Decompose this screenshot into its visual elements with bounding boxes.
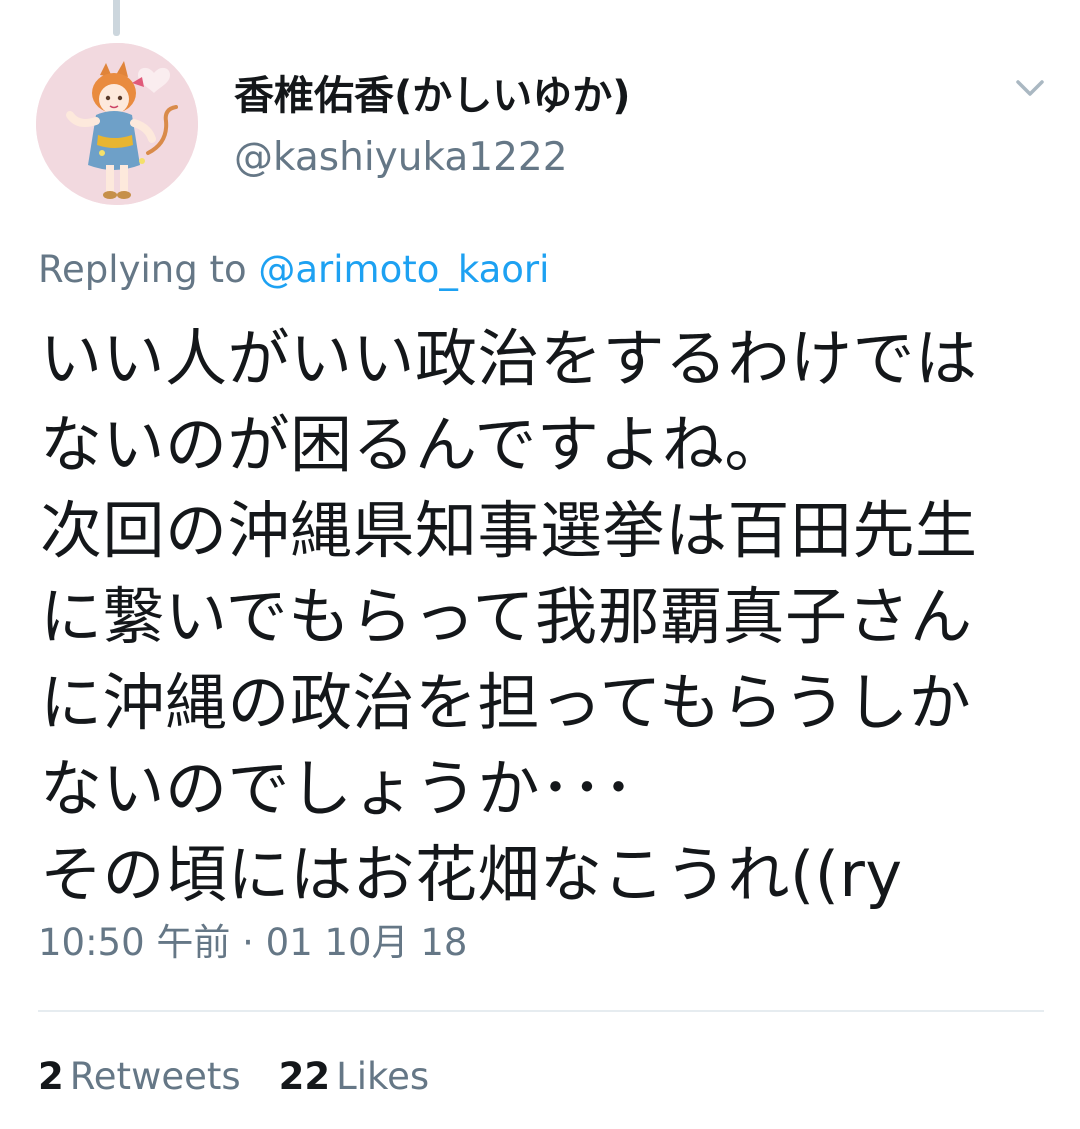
reply-mention-link[interactable]: @arimoto_kaori — [258, 248, 549, 291]
replying-to-line: Replying to @arimoto_kaori — [38, 244, 549, 296]
tweet-menu-button[interactable] — [1008, 70, 1052, 106]
author-display-name[interactable]: 香椎佑香(かしいゆか) — [234, 70, 631, 122]
tweet-timestamp[interactable]: 10:50 午前 · 01 10月 18 — [38, 916, 467, 970]
likes-count: 22 — [278, 1055, 331, 1098]
tweet-text: いい人がいい政治をするわけでは ないのが困るんですよね。 次回の沖縄県知事選挙は… — [40, 316, 1050, 918]
tweet-text-line: に沖縄の政治を担ってもらうしか — [40, 666, 972, 739]
retweets-label: Retweets — [69, 1055, 241, 1098]
likes-stat[interactable]: 22 Likes — [279, 1050, 430, 1104]
replying-to-label: Replying to — [38, 248, 259, 291]
avatar-illustration-icon — [36, 43, 198, 205]
tweet-text-line: その頃にはお花畑なこうれ((ry — [40, 838, 903, 911]
retweets-count: 2 — [38, 1055, 64, 1098]
author-handle[interactable]: @kashiyuka1222 — [234, 132, 568, 184]
tweet-stats: 2 Retweets 22 Likes — [38, 1050, 467, 1104]
tweet-text-line: ないのでしょうか･･･ — [40, 752, 635, 825]
tweet-text-line: 次回の沖縄県知事選挙は百田先生 — [40, 494, 978, 567]
thread-connector-line — [113, 0, 120, 36]
likes-label: Likes — [336, 1055, 430, 1098]
avatar[interactable] — [36, 43, 198, 205]
stats-divider — [38, 1010, 1044, 1012]
tweet-text-line: に繋いでもらって我那覇真子さん — [40, 580, 973, 653]
chevron-down-icon — [1016, 80, 1044, 96]
retweets-stat[interactable]: 2 Retweets — [38, 1050, 241, 1104]
tweet-text-line: ないのが困るんですよね。 — [40, 408, 787, 481]
tweet-text-line: いい人がいい政治をするわけでは — [40, 322, 978, 395]
